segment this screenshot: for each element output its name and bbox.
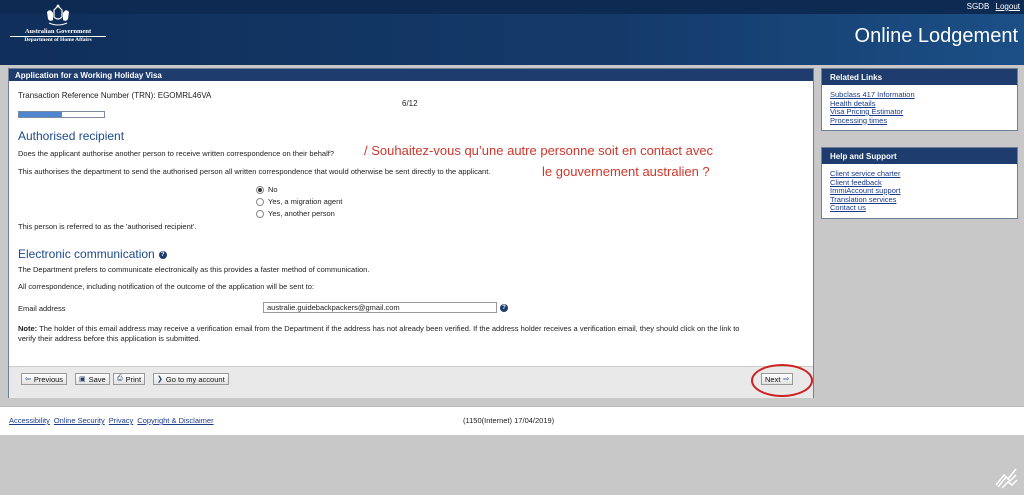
progress-bar — [18, 111, 105, 118]
button-label: Save — [88, 374, 106, 384]
email-label: Email address — [18, 304, 66, 313]
watermark-logo-icon — [995, 468, 1018, 489]
note-line1: The holder of this email address may rec… — [39, 324, 740, 333]
support-link[interactable]: Contact us — [830, 203, 866, 212]
radio-button[interactable] — [256, 209, 264, 218]
printer-icon: ⎙ — [117, 375, 123, 382]
dept-name: Department of Home Affairs — [10, 36, 106, 44]
related-link[interactable]: Processing times — [830, 116, 887, 125]
help-support-list: Client service charter Client feedback Imm… — [822, 164, 1017, 217]
related-item: Processing times — [830, 116, 1009, 126]
button-label: Print — [125, 374, 142, 384]
highlight-circle — [751, 364, 813, 397]
note-text: Note: The holder of this email address m… — [18, 324, 739, 333]
username: SGDB — [966, 2, 990, 11]
user-info: SGDB Logout — [967, 2, 1020, 11]
top-bar: SGDB Logout — [0, 0, 1024, 14]
header-banner: Australian Government Department of Home… — [0, 4, 1024, 65]
radio-button[interactable] — [256, 185, 264, 194]
coat-of-arms-icon — [47, 4, 69, 26]
pref-text: The Department prefers to communicate el… — [18, 265, 370, 274]
panel-title: Application for a Working Holiday Visa — [9, 69, 813, 81]
footer-link[interactable]: Accessibility — [9, 416, 50, 425]
save-button[interactable]: ▣ Save — [75, 373, 110, 385]
footer-link[interactable]: Copyright & Disclaimer — [137, 416, 213, 425]
step-counter: 6/12 — [402, 99, 418, 108]
print-button[interactable]: ⎙ Print — [113, 373, 146, 385]
chevron-right-icon: ❯ — [157, 376, 163, 383]
logout-link[interactable]: Logout — [996, 2, 1020, 11]
button-label: Go to my account — [165, 374, 225, 384]
app-title: Online Lodgement — [854, 25, 1018, 47]
annotation-line1: / Souhaitez-vous qu’une autre personne s… — [364, 143, 714, 158]
note-label: Note: — [18, 324, 38, 333]
go-to-account-button[interactable]: ❯ Go to my account — [153, 373, 229, 385]
email-help-icon[interactable]: ? — [500, 304, 508, 312]
related-links-list: Subclass 417 Information Health details Vi… — [822, 85, 1017, 129]
section-title: Electronic communication — [18, 247, 155, 261]
footer-link[interactable]: Privacy — [109, 416, 134, 425]
annotation-line2: le gouvernement australien ? — [542, 164, 710, 179]
arrow-left-icon: ⇦ — [25, 376, 31, 383]
page-footer: Accessibility Online Security Privacy Copyr… — [0, 406, 1024, 435]
radio-button[interactable] — [256, 197, 264, 206]
question-text: Does the applicant authorise another per… — [18, 149, 335, 158]
floppy-disk-icon: ▣ — [79, 376, 86, 383]
referred-text: This person is referred to as the 'autho… — [18, 222, 197, 231]
help-support-panel: Help and Support Client service charter C… — [821, 147, 1018, 219]
related-links-panel: Related Links Subclass 417 Information He… — [821, 68, 1018, 131]
radio-option-migration-agent[interactable]: Yes, a migration agent — [256, 197, 342, 206]
trn-text: Transaction Reference Number (TRN): EGOM… — [18, 91, 212, 100]
action-bar: ⇦ Previous ▣ Save ⎙ Print ❯ Go to my account… — [9, 364, 813, 398]
note-text-2: verify their address before this applica… — [18, 334, 201, 343]
application-panel: Application for a Working Holiday Visa T… — [8, 68, 814, 398]
question-info: This authorises the department to send t… — [18, 167, 491, 176]
footer-links: Accessibility Online Security Privacy Copyr… — [9, 416, 218, 425]
gov-name: Australian Government — [24, 28, 92, 35]
option-label: Yes, a migration agent — [268, 197, 343, 206]
help-icon[interactable]: ? — [158, 250, 167, 259]
radio-option-another-person[interactable]: Yes, another person — [256, 209, 335, 218]
previous-button[interactable]: ⇦ Previous — [21, 373, 68, 385]
footer-link[interactable]: Online Security — [54, 416, 105, 425]
correspondence-text: All correspondence, including notificati… — [18, 282, 315, 291]
support-item: Contact us — [830, 203, 1009, 213]
related-links-title: Related Links — [822, 69, 1017, 85]
progress-fill — [19, 112, 62, 117]
option-label: No — [268, 185, 278, 194]
section-authorised-recipient: Authorised recipient — [18, 129, 125, 143]
version-text: (1150(Internet) 17/04/2019) — [463, 416, 555, 425]
option-label: Yes, another person — [268, 209, 335, 218]
button-label: Previous — [33, 374, 64, 384]
section-electronic-communication: Electronic communication? — [18, 247, 167, 261]
email-input[interactable] — [263, 302, 497, 313]
government-logo: Australian Government Department of Home… — [6, 4, 110, 64]
radio-option-no[interactable]: No — [256, 185, 278, 194]
help-support-title: Help and Support — [822, 148, 1017, 164]
